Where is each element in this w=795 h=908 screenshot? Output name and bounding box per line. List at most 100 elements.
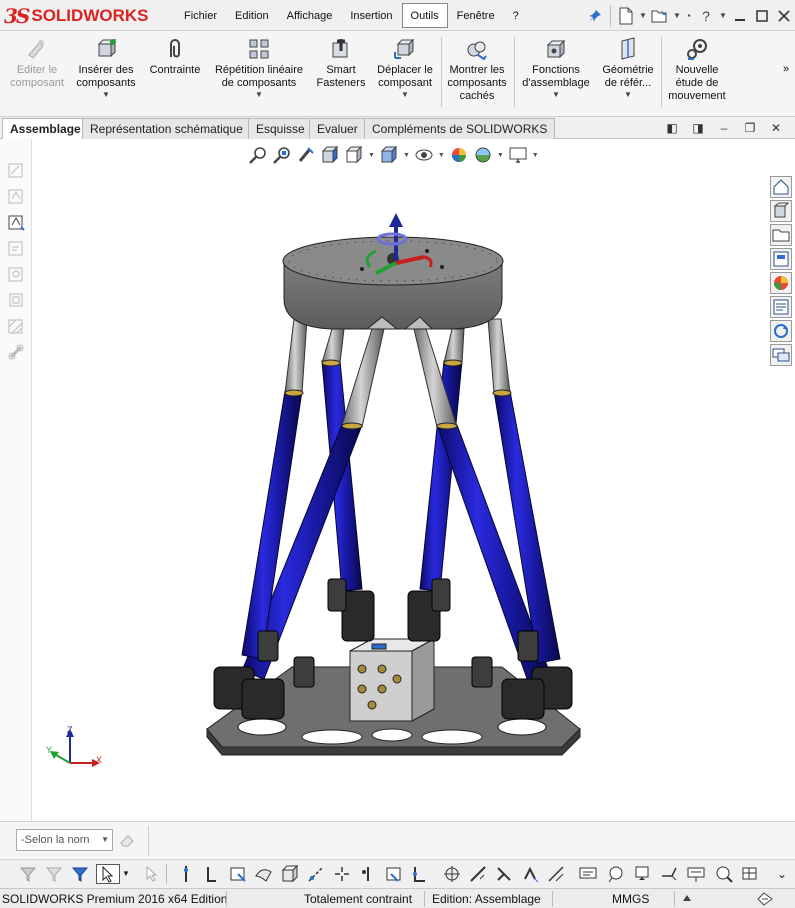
solidworks-logo[interactable]: 3S SOLID WORKS [4, 4, 148, 28]
filter-cosmetic-thread-icon[interactable] [714, 864, 734, 884]
zoom-to-fit-icon[interactable] [248, 145, 268, 165]
dimension-icon[interactable] [7, 187, 25, 205]
menu-fichier[interactable]: Fichier [175, 3, 226, 28]
close-icon[interactable] [773, 5, 795, 27]
home-icon[interactable] [770, 176, 792, 198]
select-tool-button[interactable] [96, 864, 120, 884]
apply-scene-icon[interactable] [473, 145, 493, 165]
chevron-down-icon[interactable]: ▼ [401, 90, 409, 99]
tab-complements-solidworks[interactable]: Compléments de SOLIDWORKS [364, 118, 556, 139]
stack-icon[interactable] [7, 291, 25, 309]
minimize-icon[interactable] [729, 5, 751, 27]
eraser-icon[interactable] [118, 831, 136, 849]
tab-esquisse[interactable]: Esquisse [248, 118, 313, 139]
insert-components-button[interactable]: Insérer des composants ▼ [72, 37, 140, 99]
view-palette-icon[interactable] [770, 248, 792, 270]
filter-surface-icon[interactable] [254, 864, 274, 884]
filter-sketch-points-icon[interactable] [358, 864, 378, 884]
section-view-icon[interactable] [320, 145, 340, 165]
chevron-down-icon[interactable]: ▼ [255, 90, 263, 99]
filter-notes-icon[interactable] [578, 864, 598, 884]
chevron-down-icon[interactable]: ▼ [637, 5, 649, 27]
chevron-down-icon[interactable]: ▼ [532, 152, 539, 159]
filter-axes-icon[interactable] [306, 864, 326, 884]
link-icon[interactable] [7, 343, 25, 361]
hatch-icon[interactable] [7, 317, 25, 335]
custom-properties-icon[interactable] [770, 296, 792, 318]
appearances-icon[interactable] [770, 272, 792, 294]
annotation-icon[interactable] [7, 213, 25, 231]
doc-restore-icon[interactable]: ❐ [742, 120, 758, 136]
chevron-down-icon[interactable]: ⌄ [772, 864, 792, 884]
view-orientation-icon[interactable] [344, 145, 364, 165]
new-motion-study-button[interactable]: Nouvelle étude de mouvement [664, 37, 730, 103]
tab-evaluer[interactable]: Evaluer [309, 118, 366, 139]
filter-toggle-icon[interactable] [44, 864, 64, 884]
chevron-down-icon[interactable]: ▼ [122, 864, 132, 884]
chevron-down-icon[interactable]: ▼ [102, 90, 110, 99]
show-hidden-components-button[interactable]: Montrer les composants cachés [444, 37, 510, 103]
maximize-icon[interactable] [751, 5, 773, 27]
menu-fenetre[interactable]: Fenêtre [448, 3, 504, 28]
filter-center-marks-icon[interactable] [442, 864, 462, 884]
view-settings-icon[interactable] [508, 145, 528, 165]
design-library-icon[interactable] [770, 200, 792, 222]
filter-solid-icon[interactable] [280, 864, 300, 884]
status-units[interactable]: MMGS [612, 892, 649, 906]
linear-pattern-button[interactable]: Répétition linéaire de composants ▼ [208, 37, 310, 99]
filter-centerline-icon[interactable] [468, 864, 488, 884]
chevron-down-icon[interactable]: ▼ [717, 5, 729, 27]
filter-balloons-icon[interactable] [606, 864, 626, 884]
chevron-down-icon[interactable]: ▼ [552, 90, 560, 99]
menu-affichage[interactable]: Affichage [278, 3, 342, 28]
edit-component-button[interactable]: Editer le composant [6, 37, 68, 90]
chevron-down-icon[interactable]: ▼ [403, 152, 410, 159]
zoom-area-icon[interactable] [272, 145, 292, 165]
new-document-icon[interactable] [615, 5, 637, 27]
chevron-down-icon[interactable]: ▼ [438, 152, 445, 159]
menu-insertion[interactable]: Insertion [341, 3, 401, 28]
filter-active-icon[interactable] [70, 864, 90, 884]
graphics-area[interactable]: Z X Y [32, 139, 768, 821]
move-component-button[interactable]: Déplacer le composant ▼ [372, 37, 438, 99]
assembly-features-button[interactable]: Fonctions d'assemblage ▼ [517, 37, 595, 99]
filter-surface-finish-icon[interactable] [520, 864, 540, 884]
pin-icon[interactable] [584, 5, 606, 27]
reference-geometry-button[interactable]: Géométrie de référ... ▼ [597, 37, 659, 99]
filter-geometric-tolerance-icon[interactable] [546, 864, 566, 884]
status-up-icon[interactable] [682, 893, 692, 905]
chevron-down-icon[interactable]: ▼ [368, 152, 375, 159]
doc-minimize-icon[interactable]: – [716, 120, 732, 136]
panel-right-icon[interactable]: ◨ [690, 120, 706, 136]
note-icon[interactable] [7, 239, 25, 257]
filter-vertices-icon[interactable] [176, 864, 196, 884]
solidworks-forum-icon[interactable] [770, 320, 792, 342]
display-style-icon[interactable] [379, 145, 399, 165]
edit-appearance-icon[interactable] [449, 145, 469, 165]
sketch-icon[interactable] [7, 161, 25, 179]
help-button[interactable]: ? [695, 5, 717, 27]
ribbon-overflow-button[interactable]: » [779, 63, 793, 76]
standard-filter-select[interactable]: -Selon la norn ▼ [16, 829, 113, 851]
chat-icon[interactable] [770, 344, 792, 366]
hide-show-items-icon[interactable] [414, 145, 434, 165]
filter-funnel-icon[interactable] [18, 864, 38, 884]
select-other-icon[interactable] [142, 864, 162, 884]
doc-close-icon[interactable]: ✕ [768, 120, 784, 136]
menu-outils[interactable]: Outils [401, 3, 448, 28]
chevron-down-icon[interactable]: ▼ [624, 90, 632, 99]
filter-planes-icon[interactable] [332, 864, 352, 884]
more-icon[interactable]: ▪ [683, 5, 695, 27]
menu-edition[interactable]: Edition [226, 3, 278, 28]
smart-fasteners-button[interactable]: Smart Fasteners [312, 37, 370, 90]
filter-dimensions-icon[interactable] [494, 864, 514, 884]
chevron-down-icon[interactable]: ▼ [671, 5, 683, 27]
menu-help[interactable]: ? [504, 3, 528, 28]
open-folder-icon[interactable] [649, 5, 671, 27]
filter-datum-feature-icon[interactable] [632, 864, 652, 884]
mate-button[interactable]: Contrainte [144, 37, 206, 77]
tab-assemblage[interactable]: Assemblage [2, 118, 89, 139]
balloon-icon[interactable] [7, 265, 25, 283]
previous-view-icon[interactable] [296, 145, 316, 165]
file-explorer-icon[interactable] [770, 224, 792, 246]
